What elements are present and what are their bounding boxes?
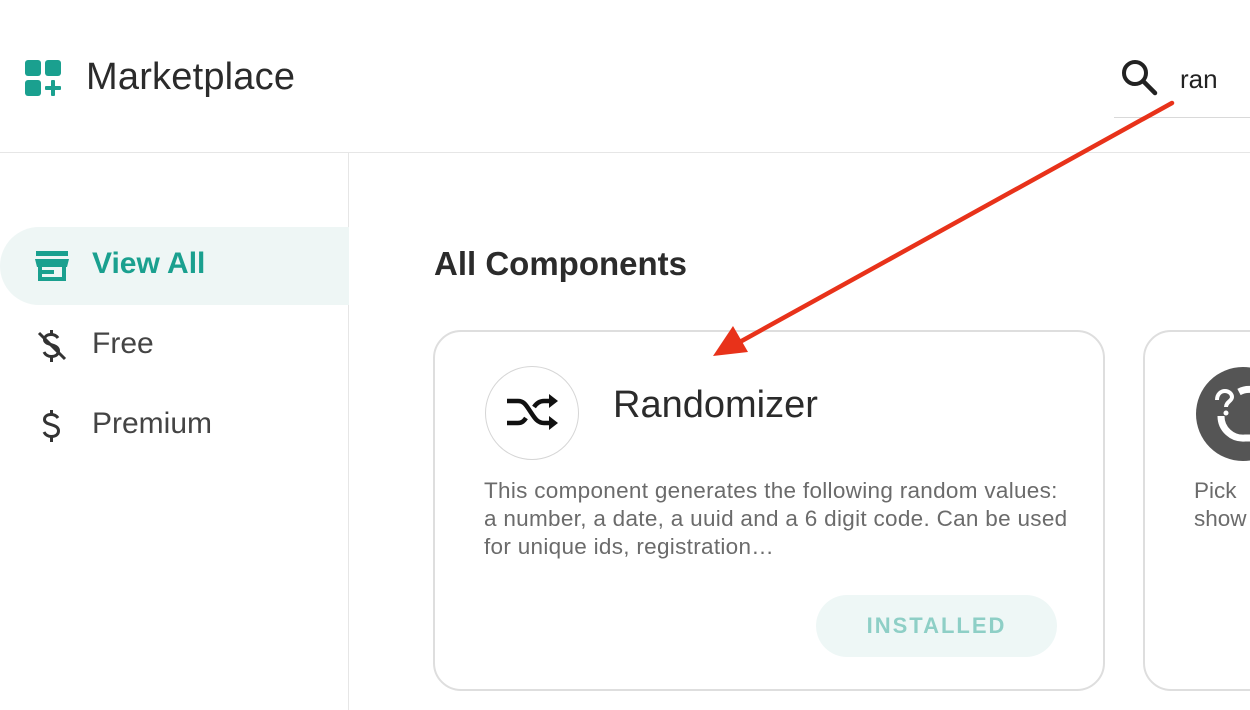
search-bar <box>1114 50 1250 118</box>
card-description-line: Pick <box>1194 478 1237 503</box>
card-description: This component generates the following r… <box>484 478 1068 559</box>
component-card-randomizer[interactable]: Randomizer This component generates the … <box>433 330 1105 691</box>
sidebar-item-label: Free <box>92 327 154 360</box>
marketplace-grid-plus-icon <box>25 60 61 96</box>
marketplace-page: Marketplace View All <box>0 0 1250 710</box>
card-title: Randomizer <box>613 384 818 426</box>
sidebar: View All Free Premium <box>0 153 349 710</box>
no-dollar-icon <box>37 330 67 362</box>
sidebar-item-label: Premium <box>92 407 213 440</box>
installed-button[interactable]: INSTALLED <box>816 595 1057 657</box>
shuffle-icon <box>507 394 558 430</box>
sidebar-item-free[interactable]: Free <box>0 307 349 385</box>
sidebar-item-view-all[interactable]: View All <box>0 227 349 305</box>
dollar-icon <box>42 410 61 442</box>
component-card-partial[interactable]: Pick show <box>1143 330 1250 691</box>
storefront-icon <box>35 251 69 281</box>
sidebar-item-premium[interactable]: Premium <box>0 387 349 465</box>
header: Marketplace <box>0 0 1250 153</box>
question-refresh-icon <box>1196 367 1250 461</box>
card-description-line: show <box>1194 506 1247 531</box>
section-title: All Components <box>434 245 687 282</box>
search-input[interactable] <box>1180 62 1250 96</box>
card-description: Pick show <box>1194 477 1250 533</box>
search-icon[interactable] <box>1120 58 1158 96</box>
app-title: Marketplace <box>86 56 296 98</box>
card-icon-wrapper <box>485 366 579 460</box>
sidebar-item-label: View All <box>92 247 206 280</box>
